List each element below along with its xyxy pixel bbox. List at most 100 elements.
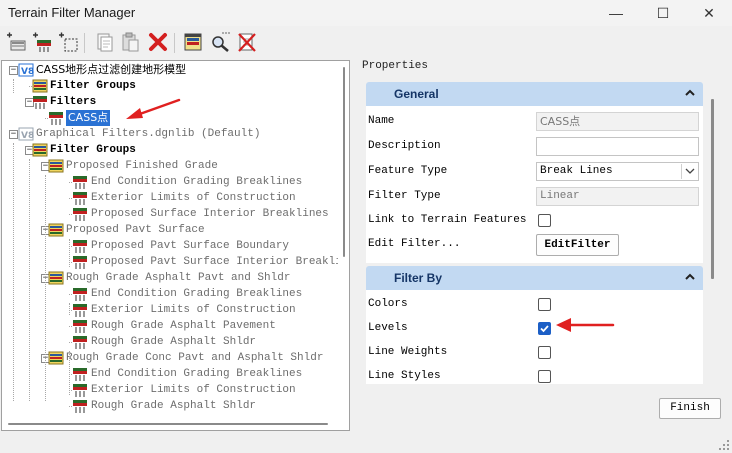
tree-item-label[interactable]: Exterior Limits of Construction <box>91 190 296 206</box>
tree-item-label[interactable]: Proposed Finished Grade <box>66 158 218 174</box>
collapse-toggle-icon[interactable]: − <box>9 66 18 75</box>
tree-item-label[interactable]: Filter Groups <box>50 78 136 94</box>
toolbar-separator <box>84 33 85 53</box>
dgn-model-icon: V8 <box>18 63 34 77</box>
copy-button[interactable] <box>92 30 116 54</box>
tree-item-label[interactable]: Graphical Filters.dgnlib (Default) <box>36 126 260 142</box>
tree-row[interactable]: Proposed Pavt Surface Interior Breaklin <box>2 254 338 270</box>
description-label: Description <box>368 140 441 152</box>
general-section-header[interactable]: General <box>366 82 703 106</box>
edit-filter-button[interactable] <box>181 30 205 54</box>
feature-type-dropdown[interactable]: Break Lines <box>536 162 699 181</box>
line-styles-checkbox[interactable] <box>538 370 551 383</box>
colors-checkbox[interactable] <box>538 298 551 311</box>
filter-by-section-header[interactable]: Filter By <box>366 266 703 290</box>
filter-icon <box>72 367 88 381</box>
chevron-up-icon[interactable] <box>683 86 697 100</box>
tree-row[interactable]: Exterior Limits of Construction <box>2 302 338 318</box>
close-button[interactable]: ✕ <box>686 0 732 26</box>
copy-icon <box>97 33 113 52</box>
filter-icon <box>72 239 88 253</box>
tree-item-label-selected[interactable]: CASS点 <box>66 110 111 126</box>
link-terrain-checkbox[interactable] <box>538 214 551 227</box>
tree-item-label[interactable]: End Condition Grading Breaklines <box>91 174 302 190</box>
tree-vertical-scroll-thumb[interactable] <box>343 67 345 257</box>
tree-row[interactable]: − Proposed Finished Grade <box>2 158 338 174</box>
tree-row[interactable]: End Condition Grading Breaklines <box>2 366 338 382</box>
filter-type-field: Linear <box>536 187 699 206</box>
tree-item-label[interactable]: Proposed Pavt Surface <box>66 222 205 238</box>
filter-group-icon <box>48 351 64 365</box>
clear-test-icon <box>238 33 256 52</box>
tree-horizontal-scroll-thumb[interactable] <box>8 423 328 425</box>
tree-row[interactable]: Rough Grade Asphalt Shldr <box>2 398 338 414</box>
tree-horizontal-scrollbar[interactable] <box>2 417 338 430</box>
tree-item-label[interactable]: Rough Grade Asphalt Shldr <box>91 334 256 350</box>
new-graphical-filter-button[interactable] <box>56 30 80 54</box>
tree-item-label[interactable]: End Condition Grading Breaklines <box>91 366 302 382</box>
filter-icon <box>72 191 88 205</box>
tree-item-label[interactable]: End Condition Grading Breaklines <box>91 286 302 302</box>
description-field[interactable] <box>536 137 699 156</box>
tree-item-label[interactable]: Exterior Limits of Construction <box>91 302 296 318</box>
tree-row[interactable]: − V8 Graphical Filters.dgnlib (Default) <box>2 126 338 142</box>
new-filter-button[interactable] <box>30 30 54 54</box>
toolbar-separator <box>174 33 175 53</box>
chevron-down-icon[interactable] <box>681 164 697 179</box>
minimize-button[interactable]: — <box>593 0 639 26</box>
tree-item-label[interactable]: Filters <box>50 94 96 110</box>
tree-item-label[interactable]: Proposed Pavt Surface Interior Breaklin <box>91 254 338 270</box>
tree-row[interactable]: Proposed Pavt Surface Boundary <box>2 238 338 254</box>
window-title: Terrain Filter Manager <box>8 5 136 20</box>
clear-test-button[interactable] <box>235 30 259 54</box>
tree-row[interactable]: Exterior Limits of Construction <box>2 190 338 206</box>
levels-checkbox[interactable] <box>538 322 551 335</box>
filter-group-icon <box>32 143 48 157</box>
tree-item-label[interactable]: Rough Grade Asphalt Pavement <box>91 318 276 334</box>
tree-row[interactable]: − V8 CASS地形点过滤创建地形模型 <box>2 62 338 78</box>
tree-row[interactable]: End Condition Grading Breaklines <box>2 286 338 302</box>
delete-button[interactable] <box>146 30 170 54</box>
filter-group-icon <box>48 223 64 237</box>
tree-item-label[interactable]: Proposed Surface Interior Breaklines <box>91 206 329 222</box>
tree-row[interactable]: Filter Groups <box>2 78 338 94</box>
filter-group-icon <box>48 159 64 173</box>
new-filter-group-button[interactable] <box>4 30 28 54</box>
filter-group-icon <box>32 79 48 93</box>
line-weights-label: Line Weights <box>368 346 448 358</box>
edit-filter-button[interactable]: EditFilter <box>536 234 619 256</box>
tree-row[interactable]: − Proposed Pavt Surface <box>2 222 338 238</box>
minimize-icon: — <box>609 5 623 21</box>
status-bar <box>0 432 732 453</box>
tree-item-label[interactable]: Filter Groups <box>50 142 136 158</box>
edit-filter-icon <box>184 33 202 51</box>
tree-item-label[interactable]: Proposed Pavt Surface Boundary <box>91 238 289 254</box>
maximize-button[interactable]: ☐ <box>640 0 686 26</box>
test-filter-button[interactable] <box>208 30 232 54</box>
paste-button[interactable] <box>118 30 142 54</box>
link-terrain-label: Link to Terrain Features <box>368 214 527 226</box>
tree-item-label[interactable]: Rough Grade Conc Pavt and Asphalt Shldr <box>66 350 323 366</box>
toolbar <box>0 27 732 59</box>
properties-scroll-thumb[interactable] <box>711 99 714 279</box>
tree-row[interactable]: Rough Grade Asphalt Shldr <box>2 334 338 350</box>
tree-item-label[interactable]: CASS地形点过滤创建地形模型 <box>36 62 186 78</box>
name-field[interactable]: CASS点 <box>536 112 699 131</box>
tree-item-label[interactable]: Rough Grade Asphalt Pavt and Shldr <box>66 270 290 286</box>
collapse-toggle-icon[interactable]: − <box>9 130 18 139</box>
tree-row[interactable]: − Filter Groups <box>2 142 338 158</box>
resize-grip-icon[interactable] <box>719 440 729 450</box>
tree-item-label[interactable]: Rough Grade Asphalt Shldr <box>91 398 256 414</box>
finish-button[interactable]: Finish <box>659 398 721 419</box>
line-weights-checkbox[interactable] <box>538 346 551 359</box>
tree-row[interactable]: Rough Grade Asphalt Pavement <box>2 318 338 334</box>
tree-row[interactable]: Proposed Surface Interior Breaklines <box>2 206 338 222</box>
tree-row[interactable]: − Rough Grade Asphalt Pavt and Shldr <box>2 270 338 286</box>
tree-row[interactable]: Exterior Limits of Construction <box>2 382 338 398</box>
tree-item-label[interactable]: Exterior Limits of Construction <box>91 382 296 398</box>
tree-vertical-scrollbar[interactable] <box>338 61 349 417</box>
tree-connector <box>69 303 70 315</box>
chevron-up-icon[interactable] <box>683 270 697 284</box>
tree-row[interactable]: − Rough Grade Conc Pavt and Asphalt Shldr <box>2 350 338 366</box>
tree-row[interactable]: End Condition Grading Breaklines <box>2 174 338 190</box>
